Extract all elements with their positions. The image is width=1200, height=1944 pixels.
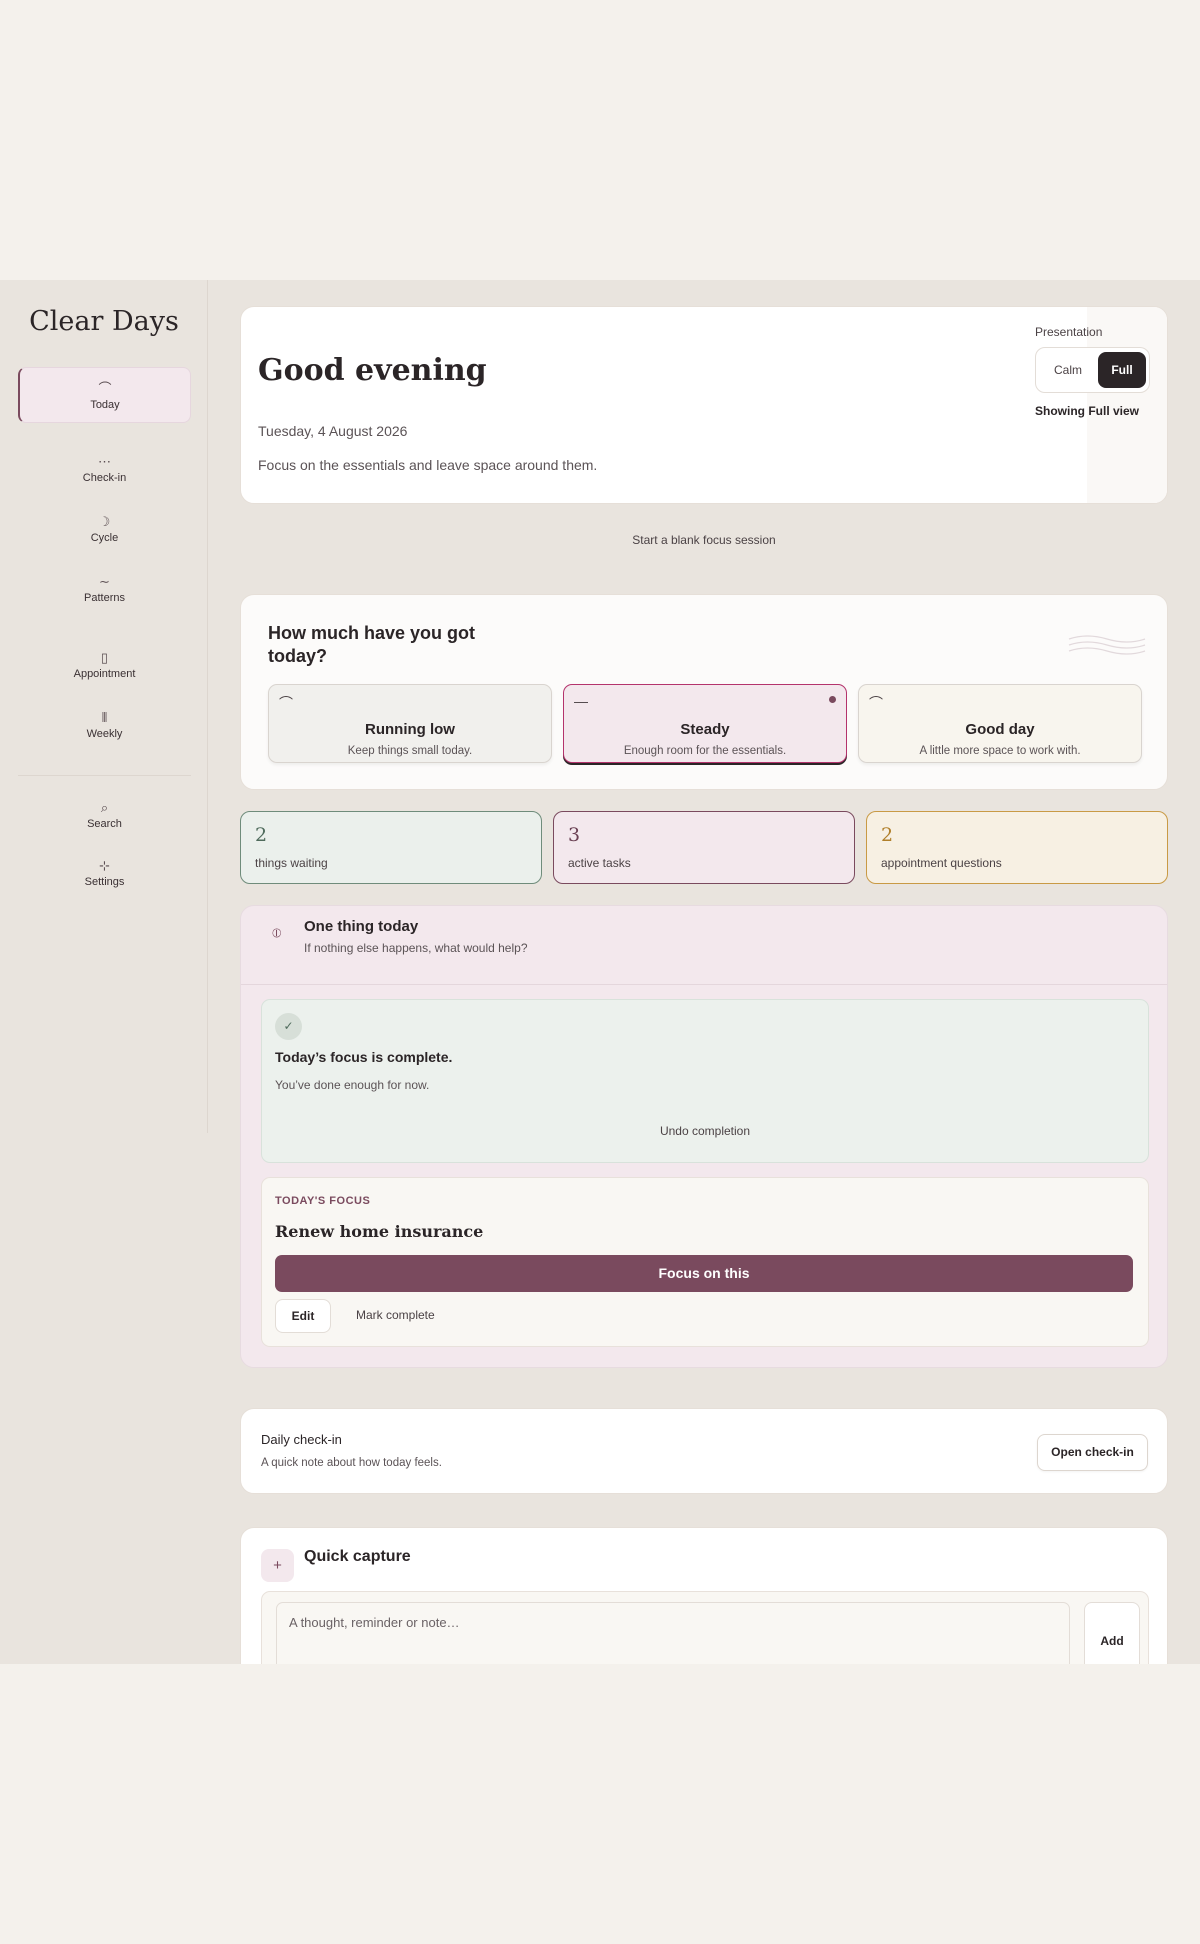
option-subtitle: A little more space to work with. [919,745,1081,757]
smile-arc-icon: ⌒ [98,381,112,396]
sidebar-item-appointment[interactable]: ▯ Appointment [18,648,191,680]
dots-icon: ⋯ [98,454,111,469]
sidebar-item-label: Check-in [82,472,127,484]
add-button[interactable]: Add [1084,1602,1140,1664]
energy-option-good-day[interactable]: ⌒ Good day A little more space to work w… [858,684,1142,763]
option-subtitle: Enough room for the essentials. [623,745,787,757]
brand-title: Clear Days [29,306,179,337]
undo-completion-button[interactable]: Undo completion [262,1124,1148,1138]
page-title: Good evening [258,353,487,388]
compass-icon: ⦶ [272,925,282,940]
stat-label: appointment questions [881,856,1002,870]
sidebar-item-label: Appointment [73,668,136,680]
one-thing-title: One thing today [304,918,419,935]
stat-appointment-questions[interactable]: 2 appointment questions [866,811,1168,884]
sidebar-item-settings[interactable]: ⊹ Settings [18,856,191,888]
sidebar-item-check-in[interactable]: ⋯ Check-in [18,452,191,484]
sidebar-item-label: Weekly [86,728,123,740]
sidebar-divider [18,775,191,776]
stat-value: 2 [255,824,268,846]
wave-icon: ∼ [99,574,110,589]
calm-view-button[interactable]: Calm [1040,352,1096,388]
energy-question: How much have you got today? [268,623,476,666]
one-thing-card: ⦶ One thing today If nothing else happen… [240,905,1168,1368]
bars-icon: ⦀ [101,710,108,725]
energy-card: How much have you got today? ⌒ Running l… [240,594,1168,790]
quick-capture-title: Quick capture [304,1548,411,1565]
todays-focus-panel: TODAY'S FOCUS Renew home insurance Focus… [261,1177,1149,1347]
stat-things-waiting[interactable]: 2 things waiting [240,811,542,884]
stat-label: things waiting [255,856,328,870]
stat-label: active tasks [568,856,631,870]
daily-checkin-card: Daily check-in A quick note about how to… [240,1408,1168,1494]
sidebar: Clear Days ⌒ Today ⋯ Check-in ☽ Cycle ∼ … [0,280,208,1133]
capture-area: A thought, reminder or note… Add [261,1591,1149,1664]
capture-input[interactable]: A thought, reminder or note… [276,1602,1070,1664]
option-subtitle: Keep things small today. [347,745,473,757]
sidebar-item-search[interactable]: ⌕ Search [18,798,191,830]
presentation-status: Showing Full view [1035,404,1140,418]
sidebar-item-cycle[interactable]: ☽ Cycle [18,512,191,544]
app-window: Clear Days ⌒ Today ⋯ Check-in ☽ Cycle ∼ … [0,280,1200,1664]
clipboard-icon: ▯ [100,650,109,665]
complete-subtitle: You’ve done enough for now. [275,1078,430,1092]
checkin-subtitle: A quick note about how today feels. [261,1457,442,1469]
stat-active-tasks[interactable]: 3 active tasks [553,811,855,884]
flat-line-icon: — [574,693,588,709]
search-icon: ⌕ [100,800,109,815]
focus-label: TODAY'S FOCUS [275,1195,371,1207]
current-date: Tuesday, 4 August 2026 [258,423,408,439]
energy-option-running-low[interactable]: ⌒ Running low Keep things small today. [268,684,552,763]
presentation-toggle: Calm Full [1035,347,1150,393]
sidebar-item-today[interactable]: ⌒ Today [18,367,191,423]
greeting-card: Good evening Tuesday, 4 August 2026 Focu… [240,306,1168,504]
full-view-button[interactable]: Full [1098,352,1146,388]
energy-option-steady[interactable]: — Steady Enough room for the essentials. [563,684,847,763]
sidebar-item-label: Patterns [84,592,125,604]
option-title: Good day [965,721,1035,738]
wave-decoration-icon [1068,635,1146,655]
plus-icon: + [261,1549,294,1582]
option-title: Running low [365,721,455,738]
selected-dot-icon [829,696,836,703]
open-checkin-button[interactable]: Open check-in [1037,1434,1148,1471]
stat-value: 3 [568,824,581,846]
blank-focus-session-link[interactable]: Start a blank focus session [240,533,1168,547]
check-icon: ✓ [275,1013,302,1040]
sidebar-item-label: Search [87,818,122,830]
sidebar-item-label: Settings [84,876,125,888]
sidebar-item-patterns[interactable]: ∼ Patterns [18,572,191,604]
focus-complete-panel: ✓ Today’s focus is complete. You’ve done… [261,999,1149,1163]
high-arc-icon: ⌒ [869,695,883,711]
sidebar-item-label: Today [90,399,120,411]
checkin-title: Daily check-in [261,1432,342,1447]
focus-on-this-button[interactable]: Focus on this [275,1255,1133,1292]
edit-button[interactable]: Edit [275,1299,331,1333]
low-arc-icon: ⌒ [279,695,293,711]
complete-title: Today’s focus is complete. [275,1049,453,1065]
sidebar-item-weekly[interactable]: ⦀ Weekly [18,708,191,740]
option-title: Steady [680,721,730,738]
settings-icon: ⊹ [99,858,110,873]
moon-icon: ☽ [98,514,111,529]
mark-complete-button[interactable]: Mark complete [356,1308,435,1322]
one-thing-subtitle: If nothing else happens, what would help… [304,941,528,955]
focus-task-title: Renew home insurance [275,1222,484,1241]
hero-subtitle: Focus on the essentials and leave space … [258,457,598,473]
stat-value: 2 [881,824,894,846]
sidebar-item-label: Cycle [90,532,119,544]
quick-capture-card: + Quick capture A thought, reminder or n… [240,1527,1168,1664]
presentation-label: Presentation [1035,325,1103,339]
divider [241,984,1167,985]
